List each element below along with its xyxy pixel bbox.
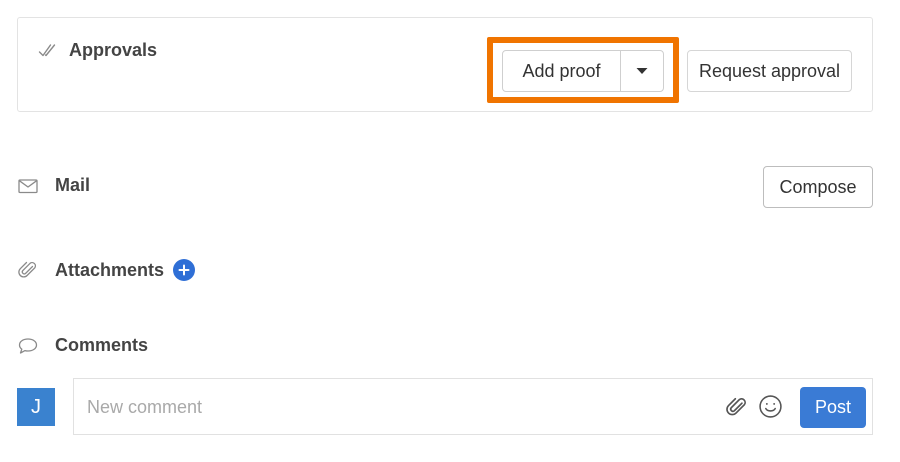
task-detail-panel: Approvals Add proof Request approval Mai…: [0, 0, 900, 462]
compose-button[interactable]: Compose: [763, 166, 873, 208]
double-check-icon: [38, 41, 58, 61]
plus-icon: [178, 260, 190, 281]
request-approval-button[interactable]: Request approval: [687, 50, 852, 92]
add-proof-button[interactable]: Add proof: [503, 51, 621, 91]
comments-header: Comments: [18, 335, 148, 356]
add-attachment-button[interactable]: [173, 259, 196, 281]
caret-down-icon: [636, 62, 648, 80]
attachments-title: Attachments: [55, 259, 165, 280]
post-button[interactable]: Post: [800, 387, 866, 428]
envelope-icon: [18, 176, 38, 196]
add-proof-dropdown-button[interactable]: [621, 51, 663, 91]
approvals-card: Approvals Add proof Request approval: [17, 17, 873, 112]
mail-header: Mail: [18, 175, 90, 196]
mail-title: Mail: [55, 175, 91, 195]
speech-bubble-icon: [18, 336, 38, 356]
approvals-title: Approvals: [69, 40, 158, 60]
add-proof-split-button: Add proof: [502, 50, 664, 92]
avatar: J: [17, 388, 55, 426]
comment-composer: Post: [73, 378, 873, 435]
comments-title: Comments: [55, 335, 149, 355]
new-comment-input[interactable]: [87, 391, 707, 423]
paperclip-icon: [18, 260, 38, 280]
emoji-icon[interactable]: [758, 394, 783, 419]
attach-file-icon[interactable]: [726, 396, 748, 418]
attachments-header: Attachments: [18, 259, 196, 281]
approvals-header: Approvals: [38, 40, 157, 61]
